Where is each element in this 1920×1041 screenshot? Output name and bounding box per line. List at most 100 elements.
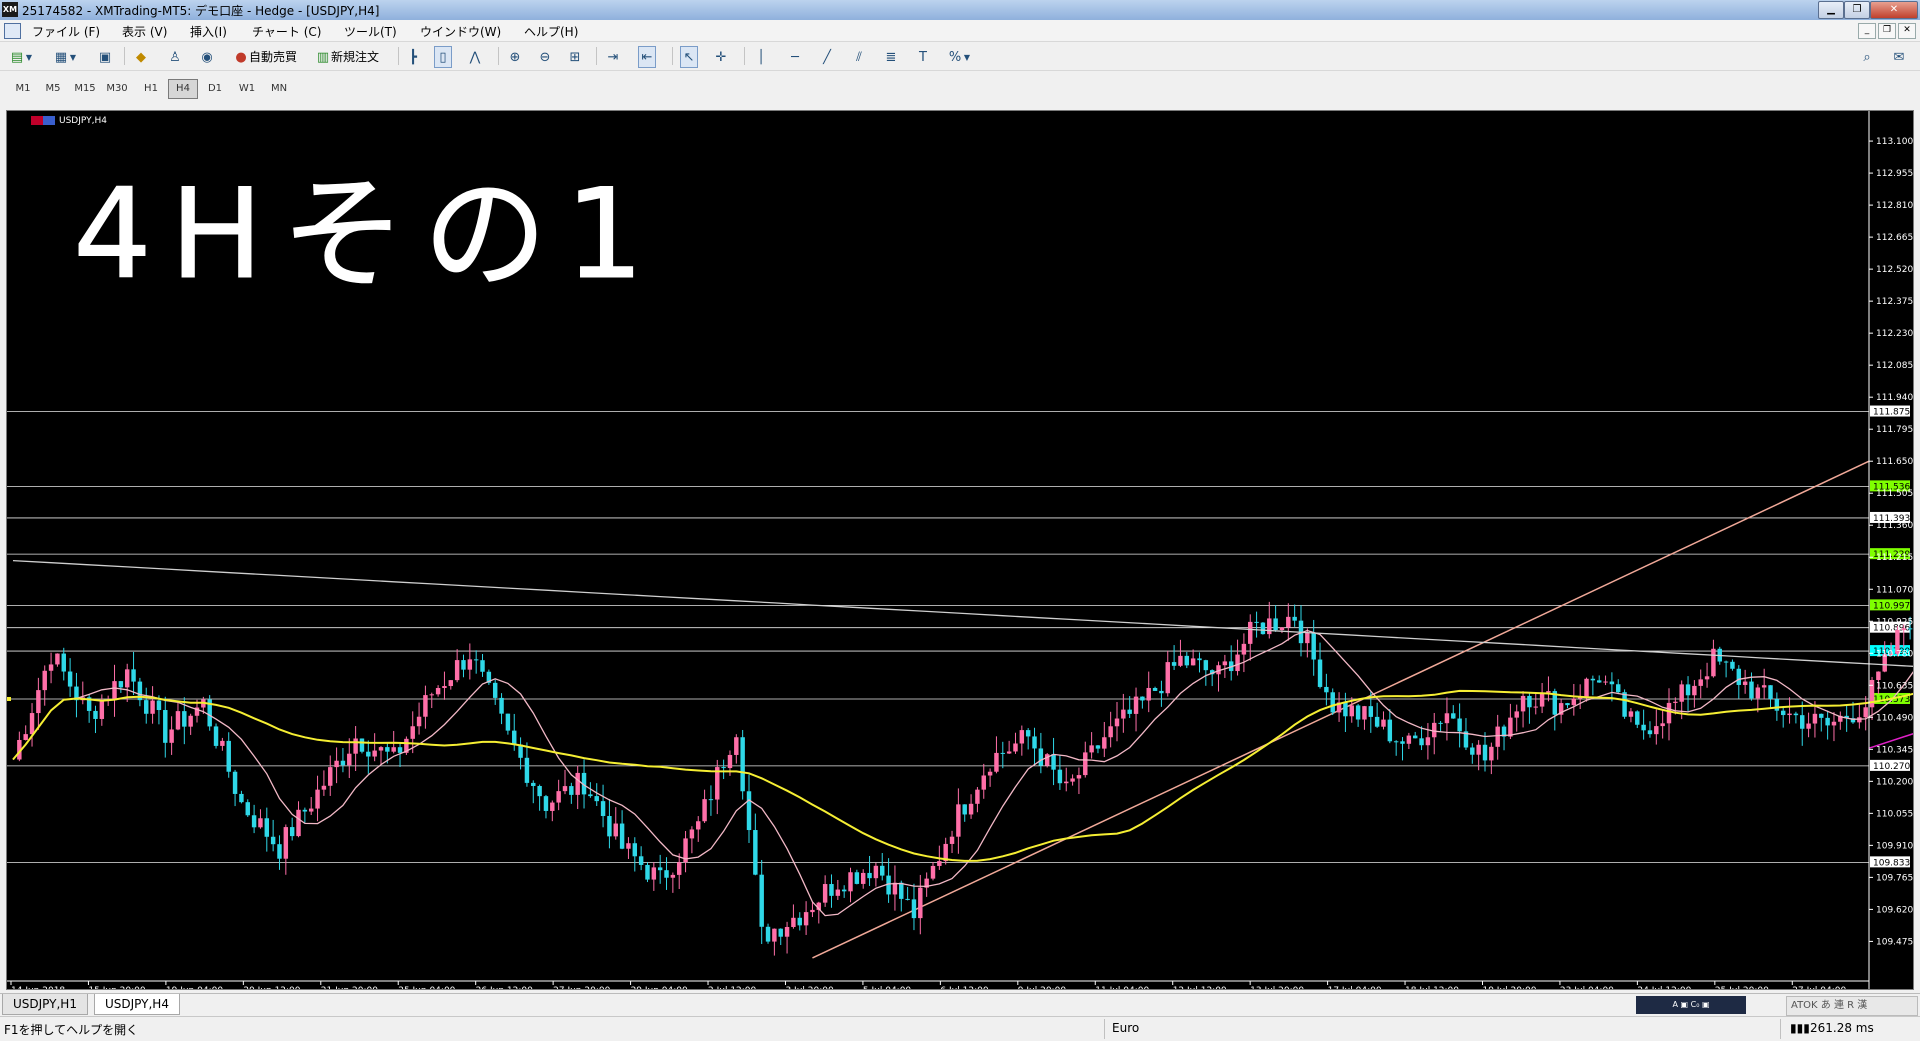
market-button[interactable]: ♙ [166,46,184,68]
price-tick-label: 112.665 [1876,233,1913,243]
timeframe-mn[interactable]: MN [264,79,294,99]
bearish-candle [632,843,638,857]
time-tick-label: 20 Jun 12:00 [243,986,300,989]
bearish-candle [340,760,346,766]
menu-tools[interactable]: ツール(T) [342,22,399,41]
mdi-close-button[interactable]: ✕ [1898,23,1916,39]
bearish-candle [1641,724,1646,731]
bearish-candle [1470,747,1475,755]
close-button[interactable]: ✕ [1870,1,1918,19]
bearish-candle [1057,769,1063,784]
bearish-candle [1171,662,1177,666]
bullish-candle [1133,696,1139,714]
mdi-minimize-button[interactable]: _ [1858,23,1876,39]
search-button[interactable]: ⌕ [1858,46,1876,68]
menu-view[interactable]: 表示 (V) [120,22,169,41]
menu-chart[interactable]: チャート (C) [250,22,323,41]
document-icon[interactable] [4,23,21,39]
time-tick-label: 12 Jul 12:00 [1173,986,1227,989]
new-order-button[interactable]: ▥ 新規注文 [314,46,380,68]
bullish-candle [1755,687,1761,699]
bullish-candle [220,740,225,746]
zoom-out-button[interactable]: ⊖ [536,46,554,68]
bearish-candle [765,926,771,942]
candlestick-button[interactable]: ▯ [434,46,452,68]
profiles-button[interactable]: ▦ ▼ [52,46,78,68]
chart-shift-button[interactable]: ⇤ [638,46,656,68]
bar-chart-button[interactable]: ┣ [404,46,422,68]
chat-button[interactable]: ✉ [1890,46,1908,68]
bearish-candle [753,830,758,875]
bullish-candle [1006,751,1012,754]
timeframe-w1[interactable]: W1 [232,79,262,99]
line-chart-button[interactable]: ⋀ [466,46,484,68]
bearish-candle [499,697,504,714]
auto-trading-button[interactable]: ● 自動売買 [232,46,298,68]
timeframe-m1[interactable]: M1 [8,79,38,99]
bullish-candle [1267,618,1272,635]
tile-windows-button[interactable]: ⊞ [566,46,584,68]
chart-window: 111.875 111.536 111.393 111.229 110.997 110.8… [0,108,1920,992]
price-chart[interactable]: 111.875 111.536 111.393 111.229 110.997 110.8… [6,110,1914,990]
bearish-candle [1907,628,1913,630]
bearish-candle [1768,685,1773,699]
bullish-candle [23,734,28,740]
vertical-line-button[interactable]: │ [752,46,770,68]
bearish-candle [1622,692,1627,717]
auto-scroll-button[interactable]: ⇥ [604,46,622,68]
bearish-candle [1203,660,1209,671]
bearish-candle [359,738,365,752]
bearish-candle [569,786,574,795]
data-window-button[interactable]: ▣ [96,46,114,68]
tab-usdjpy-h4[interactable]: USDJPY,H4 [94,994,180,1015]
trendline-button[interactable]: ╱ [818,46,836,68]
bearish-candle [289,827,295,837]
bearish-candle [232,771,238,794]
maximize-button[interactable]: ❐ [1844,1,1870,19]
chart-canvas[interactable]: 111.875111.536111.393111.229110.997110.8… [7,111,1913,989]
bullish-candle [670,874,676,878]
signals-button[interactable]: ◉ [198,46,216,68]
menu-help[interactable]: ヘルプ(H) [522,22,580,41]
cursor-button[interactable]: ↖ [680,46,698,68]
bearish-candle [1095,745,1101,749]
bearish-candle [270,836,276,845]
bearish-candle [1419,738,1424,746]
timeframe-m15[interactable]: M15 [70,79,100,99]
timeframe-d1[interactable]: D1 [200,79,230,99]
bullish-candle [1222,661,1228,666]
strategy-button[interactable]: ◆ [132,46,150,68]
equidistant-channel-button[interactable]: ⫽ [850,46,868,68]
menu-window[interactable]: ウインドウ(W) [418,22,503,41]
shapes-button[interactable]: % ▼ [946,46,972,68]
price-tick-label: 113.100 [1876,137,1913,147]
crosshair-button[interactable]: ✛ [712,46,730,68]
bullish-candle [175,711,181,730]
timeframe-h1[interactable]: H1 [136,79,166,99]
time-tick-label: 27 Jul 04:00 [1792,986,1846,989]
ime-indicator[interactable]: A ▣ C₀ ▣ [1636,996,1746,1014]
bullish-candle [1704,676,1710,680]
timeframe-m30[interactable]: M30 [102,79,132,99]
timeframe-h4[interactable]: H4 [168,79,198,99]
zoom-in-button[interactable]: ⊕ [506,46,524,68]
time-tick-label: 21 Jun 20:00 [321,986,378,989]
tab-usdjpy-h1[interactable]: USDJPY,H1 [2,994,88,1015]
ime-toolbar[interactable]: ATOK あ 連 R 漢 [1786,996,1918,1016]
menu-insert[interactable]: 挿入(I) [188,22,229,41]
fibonacci-button[interactable]: ≣ [882,46,900,68]
mdi-restore-button[interactable]: ❐ [1878,23,1896,39]
text-button[interactable]: T [914,46,932,68]
bullish-candle [347,753,352,766]
new-chart-button[interactable]: ▤ ▼ [8,46,34,68]
price-tick-label: 109.475 [1876,937,1913,947]
bullish-candle [150,700,155,714]
bearish-candle [93,710,98,719]
minimize-button[interactable]: ▁ [1818,1,1844,19]
bearish-candle [1736,668,1742,685]
timeframe-m5[interactable]: M5 [38,79,68,99]
toolbar-divider [398,47,399,65]
bullish-candle [1190,658,1196,666]
menu-file[interactable]: ファイル (F) [30,22,102,41]
horizontal-line-button[interactable]: ─ [786,46,804,68]
